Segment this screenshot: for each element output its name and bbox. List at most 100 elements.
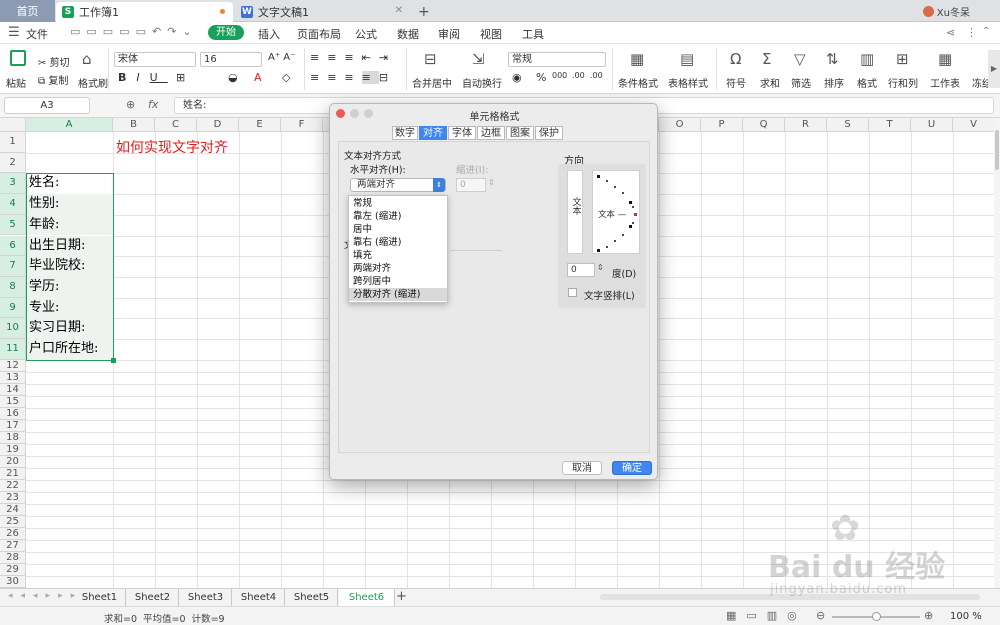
view-mode-icons[interactable]: ▦▭▥◎ xyxy=(726,609,807,622)
menu-data[interactable]: 数据 xyxy=(397,26,419,42)
menu-view[interactable]: 视图 xyxy=(480,26,502,42)
zoom-level[interactable]: 100 % xyxy=(950,611,982,622)
merge-button[interactable]: 合并居中 xyxy=(412,75,452,90)
fill-handle[interactable] xyxy=(111,358,116,363)
align-option[interactable]: 填充 xyxy=(349,249,447,262)
paste-icon[interactable] xyxy=(10,50,26,66)
menu-insert[interactable]: 插入 xyxy=(258,26,280,42)
dialog-tab[interactable]: 图案 xyxy=(506,126,534,140)
title-cell[interactable]: 如何实现文字对齐 xyxy=(116,137,228,157)
quick-toolbar-icons[interactable]: ▭▭▭▭▭↶↷⌄ xyxy=(70,25,198,38)
ribbon-scroll-right[interactable]: ▶ xyxy=(988,50,1000,88)
number-format-select[interactable]: 常规 xyxy=(508,52,606,67)
column-header[interactable]: O xyxy=(659,118,701,132)
border-icon[interactable]: ⊞ xyxy=(176,71,185,84)
sheet-tab[interactable]: Sheet2 xyxy=(127,589,179,606)
table-style-button[interactable]: 表格样式 xyxy=(668,75,708,90)
percent-button[interactable]: % xyxy=(536,71,546,84)
row-header[interactable]: 19 xyxy=(0,443,26,456)
column-header[interactable]: C xyxy=(155,118,197,132)
paste-button[interactable]: 粘贴 xyxy=(6,75,26,90)
row-col-button[interactable]: 行和列 xyxy=(888,75,918,90)
scroll-thumb[interactable] xyxy=(995,130,999,170)
row-header[interactable]: 29 xyxy=(0,563,26,576)
h-align-dropdown[interactable]: 常规 靠左 (缩进) 居中 靠右 (缩进) 填充 两端对齐 跨列居中 分散对齐 (缩进) xyxy=(348,195,448,303)
row-header[interactable]: 6 xyxy=(0,235,26,257)
table-style-icon[interactable]: ▤ xyxy=(680,50,694,68)
row-header[interactable]: 7 xyxy=(0,256,26,277)
align-option[interactable]: 跨列居中 xyxy=(349,275,447,288)
column-header[interactable]: A xyxy=(26,118,113,132)
degree-stepper-icon[interactable]: ⇕ xyxy=(597,263,604,272)
menu-start[interactable]: 开始 xyxy=(208,25,244,40)
dialog-tab[interactable]: 对齐 xyxy=(419,126,447,140)
align-left-icons[interactable]: ≡≡≡≡⊟ xyxy=(310,71,396,84)
sort-icon[interactable]: ⇅ xyxy=(826,50,839,68)
wrap-button[interactable]: 自动换行 xyxy=(462,75,502,90)
zoom-slider[interactable] xyxy=(832,612,920,621)
cancel-button[interactable]: 取消 xyxy=(562,461,602,475)
horizontal-scrollbar[interactable] xyxy=(600,594,980,600)
row-header[interactable]: 13 xyxy=(0,371,26,384)
font-style-buttons[interactable]: BIU xyxy=(118,71,168,84)
decimal-inc-button[interactable]: .00 xyxy=(572,71,585,80)
symbol-button[interactable]: 符号 xyxy=(726,75,746,90)
merge-icon[interactable]: ⊟ xyxy=(424,50,437,68)
row-header[interactable]: 14 xyxy=(0,383,26,396)
currency-icon[interactable]: ◉ xyxy=(512,71,522,84)
align-option[interactable]: 两端对齐 xyxy=(349,262,447,275)
more-icon[interactable]: ⋮ xyxy=(966,26,977,39)
align-option[interactable]: 分散对齐 (缩进) xyxy=(349,288,447,301)
row-header[interactable]: 11 xyxy=(0,339,26,360)
select-all-corner[interactable] xyxy=(0,118,26,132)
row-header[interactable]: 15 xyxy=(0,395,26,408)
row-header[interactable]: 24 xyxy=(0,503,26,516)
hamburger-icon[interactable]: ☰ xyxy=(8,25,20,40)
format-button[interactable]: 格式 xyxy=(857,75,877,90)
sum-button[interactable]: 求和 xyxy=(760,75,780,90)
justify-icon[interactable]: ≡ xyxy=(361,71,379,84)
align-option[interactable]: 常规 xyxy=(349,197,447,210)
decimal-dec-button[interactable]: .00 xyxy=(590,71,603,80)
row-header[interactable]: 12 xyxy=(0,359,26,372)
thousand-button[interactable]: 000 xyxy=(552,71,567,80)
collapse-icon[interactable]: ⌃ xyxy=(982,26,990,37)
align-option[interactable]: 居中 xyxy=(349,223,447,236)
menu-formula[interactable]: 公式 xyxy=(355,26,377,42)
row-header[interactable]: 30 xyxy=(0,575,26,588)
zoom-search-icon[interactable]: ⊕ xyxy=(126,98,135,111)
zoom-in-icon[interactable]: ⊕ xyxy=(924,609,933,622)
user-avatar[interactable]: Xu冬呆 xyxy=(922,4,970,19)
dialog-tab[interactable]: 数字 xyxy=(392,126,418,140)
add-sheet-button[interactable]: + xyxy=(396,589,407,604)
dialog-tab[interactable]: 字体 xyxy=(448,126,476,140)
row-header[interactable]: 25 xyxy=(0,515,26,528)
column-header[interactable]: S xyxy=(827,118,869,132)
font-grow-icon[interactable]: A⁺ A⁻ xyxy=(268,52,295,63)
tab-doc[interactable]: W 文字文稿1 ✕ xyxy=(235,2,409,22)
column-header[interactable]: D xyxy=(197,118,239,132)
row-header[interactable]: 26 xyxy=(0,527,26,540)
align-option[interactable]: 靠左 (缩进) xyxy=(349,210,447,223)
row-header[interactable]: 2 xyxy=(0,152,26,174)
dialog-tab[interactable]: 保护 xyxy=(535,126,563,140)
vertical-scrollbar[interactable] xyxy=(994,118,1000,588)
row-header[interactable]: 27 xyxy=(0,539,26,552)
sheet-tab[interactable]: Sheet4 xyxy=(233,589,285,606)
vertical-text-checkbox[interactable] xyxy=(568,288,577,297)
sheet-tab[interactable]: Sheet1 xyxy=(74,589,126,606)
menu-file[interactable]: 文件 xyxy=(26,26,48,42)
sheet-nav-icons[interactable]: ◂◂◂▸▸▸ xyxy=(8,591,83,601)
row-header[interactable]: 8 xyxy=(0,276,26,298)
row-header[interactable]: 17 xyxy=(0,419,26,432)
fx-icon[interactable]: fx xyxy=(148,98,158,111)
dialog-tab[interactable]: 边框 xyxy=(477,126,505,140)
wrap-icon[interactable]: ⇲ xyxy=(472,50,485,68)
format-icon[interactable]: ▥ xyxy=(860,50,874,68)
sum-icon[interactable]: Σ xyxy=(762,50,771,68)
menu-page-layout[interactable]: 页面布局 xyxy=(297,26,341,42)
new-tab-button[interactable]: + xyxy=(412,2,432,22)
sheet-tab[interactable]: Sheet5 xyxy=(286,589,338,606)
filter-icon[interactable]: ▽ xyxy=(794,50,806,68)
format-painter-icon[interactable]: ⌂ xyxy=(82,50,92,68)
